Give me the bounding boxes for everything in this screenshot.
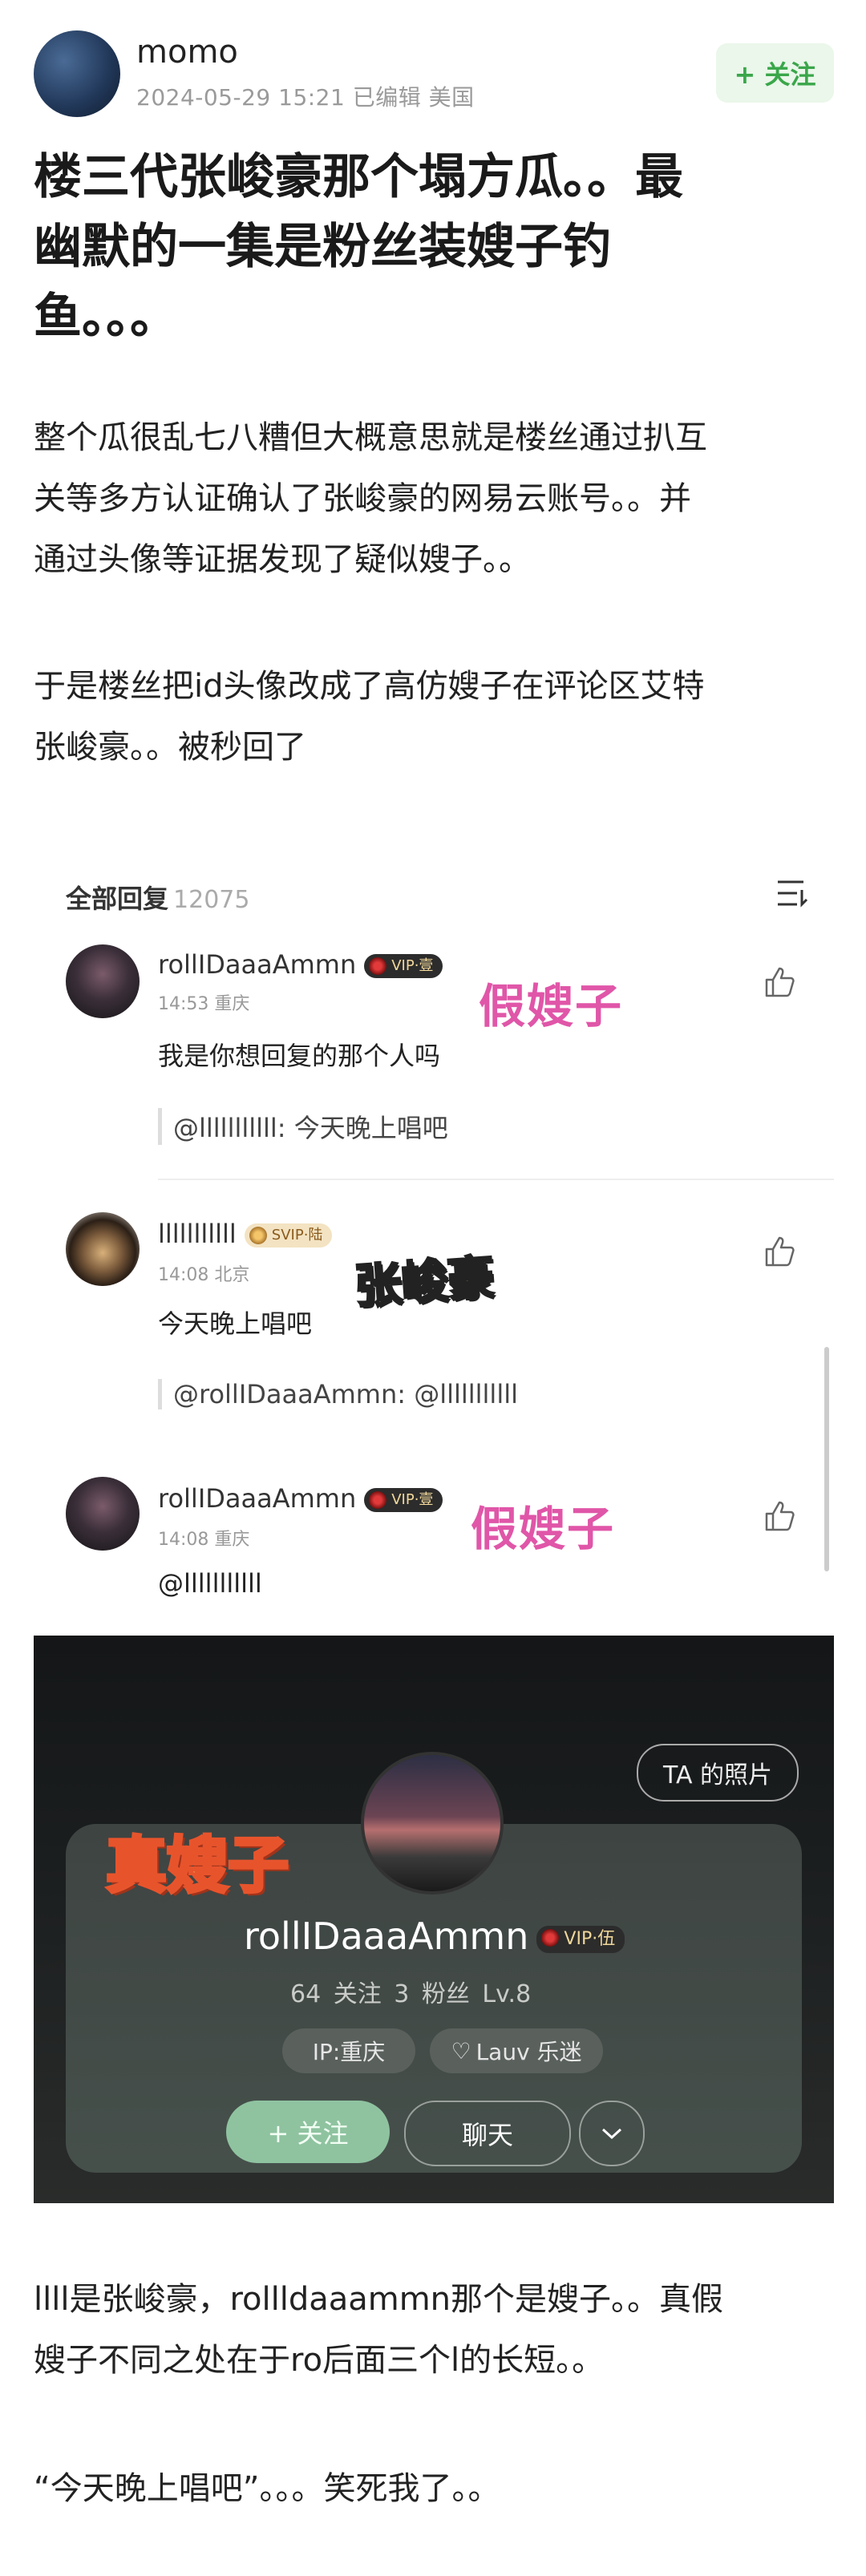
annotation-real-sister: 真嫂子 [104,1828,290,1903]
post-meta: 2024-05-29 15:21 已编辑 美国 [136,84,475,111]
comment-avatar[interactable] [66,1212,140,1286]
vip-badge: VIP·伍 [536,1925,625,1953]
svip-badge: SVIP·陆 [244,1223,333,1248]
title-line: 鱼。。。 [34,289,178,345]
text-line: 通过头像等证据发现了疑似嫂子。。 [34,541,531,578]
comment-author[interactable]: rollIDaaaAmmn VIP·壹 [158,949,443,980]
chevron-down-icon [601,2128,622,2140]
comment-text: 我是你想回复的那个人吗 [158,1041,441,1071]
text-line: llll是张峻豪，rollldaaammn那个是嫂子。。真假 [34,2281,724,2318]
post-paragraph-4: “今天晚上唱吧”。。。笑死我了。。 [34,2470,500,2507]
comment-quote[interactable]: @lllllllllll: 今天晚上唱吧 [158,1108,448,1145]
comment-time: 14:53 重庆 [158,994,250,1014]
profile-follow-button[interactable]: + 关注 [226,2101,390,2163]
comment-author-name[interactable]: rollIDaaaAmmn [158,1483,356,1514]
annotation-fake-sister: 假嫂子 [479,979,624,1033]
profile-avatar[interactable] [361,1752,504,1895]
divider [158,1179,834,1180]
comment-quote[interactable]: @rollIDaaaAmmn: @lllllllllll [158,1379,518,1409]
comment-avatar[interactable] [66,1477,140,1551]
like-icon[interactable] [762,1498,797,1533]
fan-chip[interactable]: ♡ Lauv 乐迷 [430,2028,603,2073]
photos-button[interactable]: TA 的照片 [637,1744,799,1802]
vip-badge: VIP·壹 [364,1488,443,1512]
ip-chip: IP:重庆 [282,2028,415,2073]
profile-screenshot: TA 的照片 真嫂子 rollIDaaaAmmn VIP·伍 64 关注 3 粉丝… [34,1636,834,2203]
text-line: 关等多方认证确认了张峻豪的网易云账号。。并 [34,480,691,517]
comment-text[interactable]: @lllllllllll [158,1568,262,1599]
comment-author-name[interactable]: lllllllllll [158,1219,237,1249]
like-icon[interactable] [762,964,797,999]
sort-icon[interactable] [776,879,810,908]
more-button[interactable] [579,2101,645,2166]
comment-text: 今天晚上唱吧 [158,1308,313,1339]
title-line: 幽默的一集是粉丝装嫂子钓 [34,219,611,275]
text-line: 于是楼丝把id头像改成了高仿嫂子在评论区艾特 [34,668,705,705]
profile-name-text: rollIDaaaAmmn [244,1915,529,1958]
like-icon[interactable] [762,1233,797,1268]
post-paragraph-2: 于是楼丝把id头像改成了高仿嫂子在评论区艾特 张峻豪。。被秒回了 [34,656,836,778]
comments-header: 全部回复 12075 [66,879,249,916]
profile-name: rollIDaaaAmmn VIP·伍 [244,1915,625,1958]
comments-screenshot: 全部回复 12075 rollIDaaaAmmn VIP·壹 14:53 重庆 假嫂… [34,850,834,1618]
author-avatar[interactable] [34,30,120,117]
comment-author[interactable]: lllllllllll SVIP·陆 [158,1219,333,1249]
comment-time: 14:08 重庆 [158,1530,250,1550]
author-name[interactable]: momo [136,34,238,71]
annotation-fake-sister: 假嫂子 [471,1502,616,1556]
comment-avatar[interactable] [66,944,140,1018]
comment-author[interactable]: rollIDaaaAmmn VIP·壹 [158,1483,443,1514]
scrollbar[interactable] [824,1347,829,1571]
title-line: 楼三代张峻豪那个塌方瓜。。最 [34,149,683,205]
vip-badge: VIP·壹 [364,954,443,978]
comment-author-name[interactable]: rollIDaaaAmmn [158,949,356,980]
follow-button[interactable]: + 关注 [716,43,834,103]
text-line: 嫂子不同之处在于ro后面三个l的长短。。 [34,2342,605,2379]
text-line: 张峻豪。。被秒回了 [34,729,306,766]
profile-stats[interactable]: 64 关注 3 粉丝 Lv.8 [290,1974,531,2009]
post-paragraph-1: 整个瓜很乱七八糟但大概意思就是楼丝通过扒互 关等多方认证确认了张峻豪的网易云账号… [34,407,836,590]
text-line: 整个瓜很乱七八糟但大概意思就是楼丝通过扒互 [34,419,707,456]
heart-icon: ♡ [451,2037,471,2064]
comments-count: 12075 [173,886,250,914]
comments-header-label: 全部回复 [66,884,169,914]
fan-chip-label: Lauv 乐迷 [475,2039,582,2065]
chat-button[interactable]: 聊天 [404,2101,571,2166]
post-title: 楼三代张峻豪那个塌方瓜。。最 幽默的一集是粉丝装嫂子钓 鱼。。。 [34,143,836,352]
comment-time: 14:08 北京 [158,1265,250,1285]
annotation-zhang-junhao: 张峻豪 [352,1249,497,1316]
post-paragraph-3: llll是张峻豪，rollldaaammn那个是嫂子。。真假 嫂子不同之处在于r… [34,2269,836,2391]
